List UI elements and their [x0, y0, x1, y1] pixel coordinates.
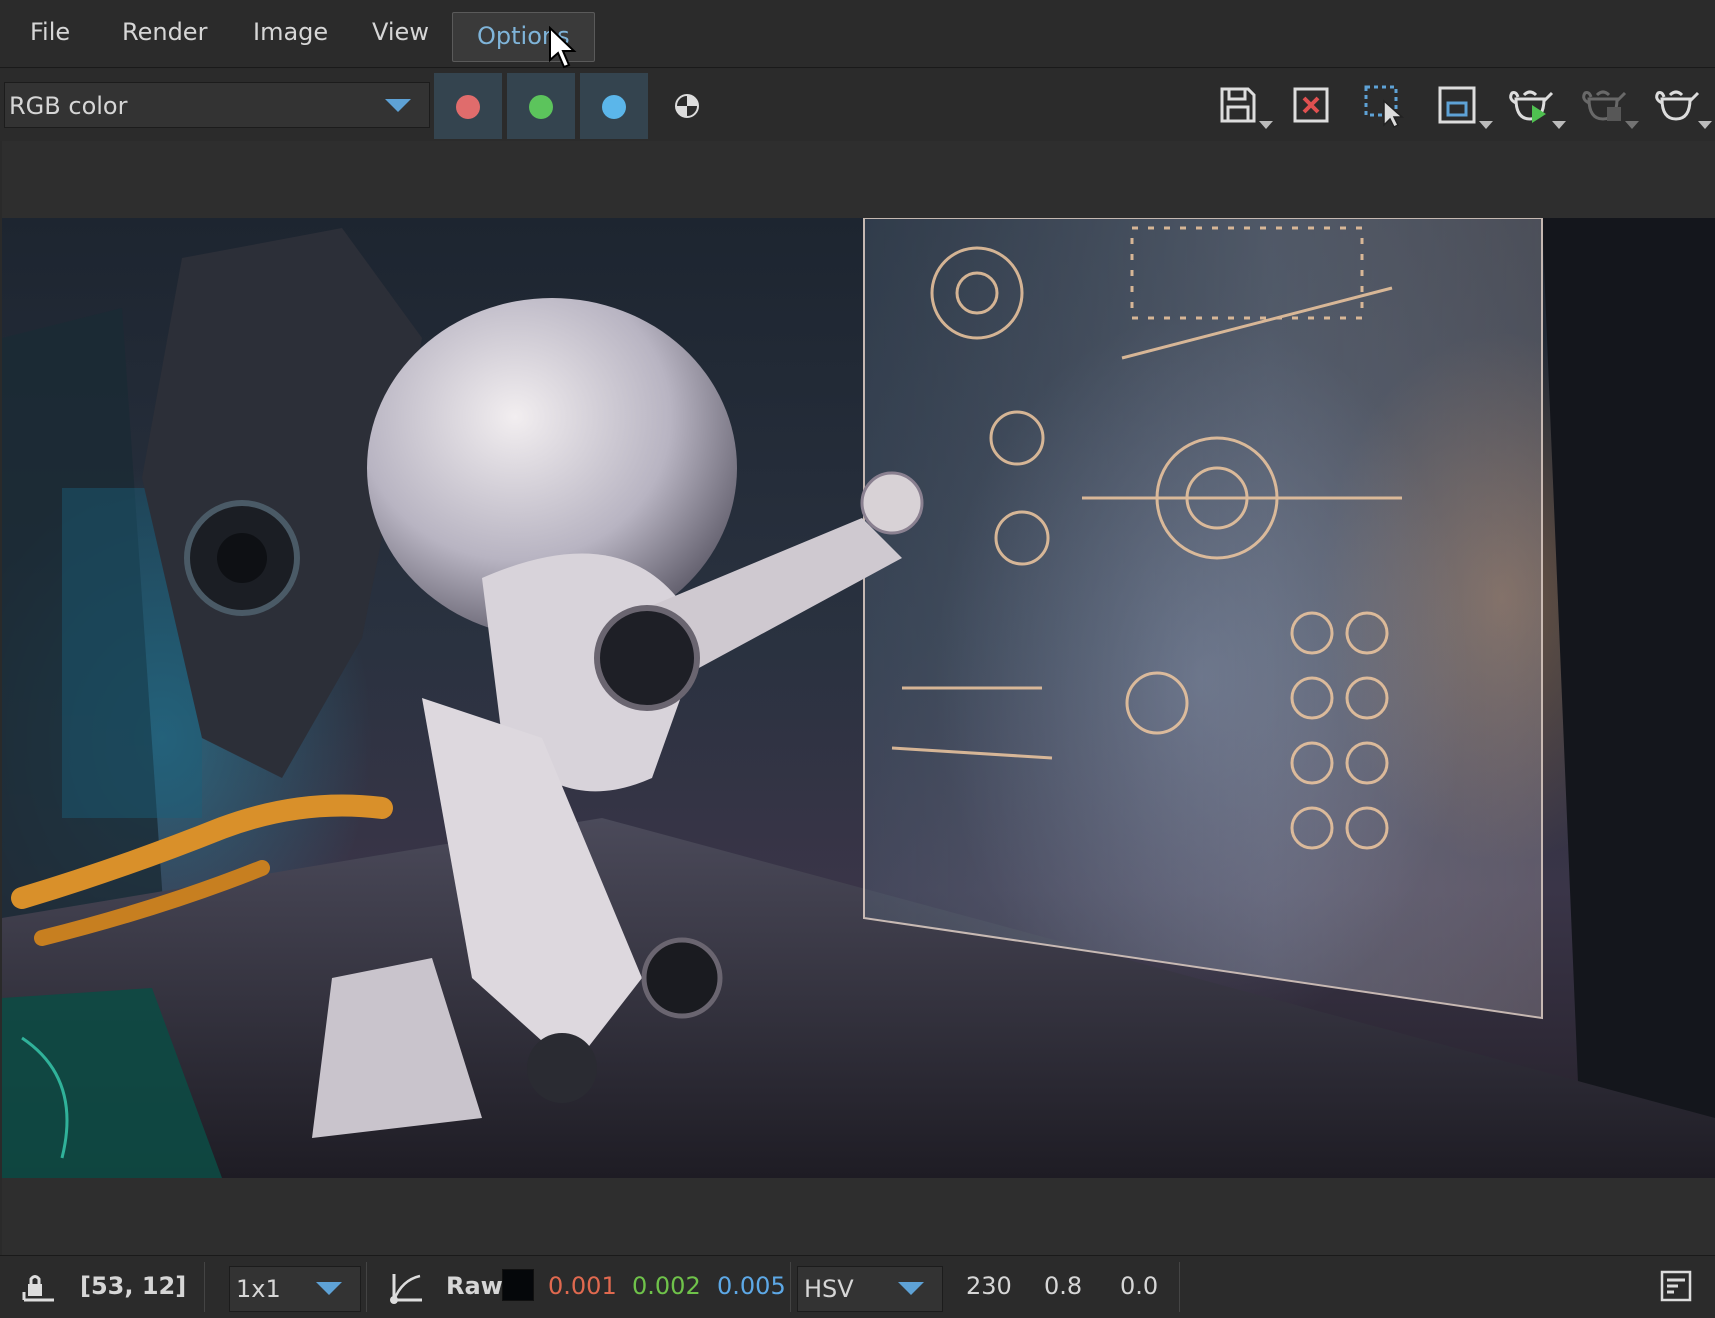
clear-image-icon — [1293, 87, 1329, 123]
green-channel-toggle[interactable] — [507, 73, 575, 139]
menu-image[interactable]: Image — [243, 12, 338, 64]
chevron-down-icon — [316, 1282, 342, 1295]
separator — [790, 1262, 791, 1312]
render-scene-illustration — [2, 218, 1715, 1178]
render-region-button[interactable] — [1433, 81, 1481, 129]
region-select-icon — [1364, 85, 1404, 129]
region-select-button[interactable] — [1360, 81, 1408, 129]
green-dot-icon — [529, 95, 553, 119]
region-dropdown-icon[interactable] — [1479, 121, 1493, 129]
teapot-dropdown-icon[interactable] — [1698, 121, 1712, 129]
save-icon — [1220, 87, 1256, 123]
pixel-coordinates: [53, 12] — [80, 1272, 187, 1300]
save-dropdown-icon[interactable] — [1259, 121, 1273, 129]
separator — [204, 1262, 205, 1312]
colorspace-value: HSV — [804, 1275, 854, 1303]
pixel-color-swatch — [502, 1269, 534, 1301]
display-channel-value: RGB color — [9, 92, 128, 120]
menu-render[interactable]: Render — [112, 12, 217, 64]
separator — [366, 1262, 367, 1312]
blue-value: 0.005 — [717, 1272, 786, 1300]
colorspace-dropdown[interactable]: HSV — [797, 1266, 943, 1312]
sample-size-dropdown[interactable]: 1x1 — [229, 1266, 361, 1312]
blue-dot-icon — [602, 95, 626, 119]
status-bar: [53, 12] 1x1 Raw 0.001 0.002 0.005 HSV 2… — [0, 1255, 1715, 1318]
menu-file[interactable]: File — [20, 12, 80, 64]
render-view-window: File Render Image View Options RGB color — [0, 0, 1715, 1318]
render-output-image[interactable] — [2, 218, 1715, 1178]
green-value: 0.002 — [632, 1272, 701, 1300]
toolbar: RGB color — [0, 69, 1715, 141]
saturation-value: 0.8 — [1044, 1272, 1083, 1300]
red-dot-icon — [456, 95, 480, 119]
stop-render-button[interactable] — [1579, 81, 1627, 129]
red-value: 0.001 — [548, 1272, 617, 1300]
chevron-down-icon — [898, 1282, 924, 1295]
sample-size-value: 1x1 — [236, 1275, 281, 1303]
value-value: 0.0 — [1120, 1272, 1159, 1300]
hue-value: 230 — [966, 1272, 1012, 1300]
display-channel-dropdown[interactable]: RGB color — [4, 82, 430, 128]
teapot-icon — [1655, 90, 1700, 121]
menu-bar: File Render Image View Options — [0, 0, 1715, 69]
render-dropdown-icon[interactable] — [1552, 121, 1566, 129]
alpha-channel-icon[interactable] — [675, 94, 699, 118]
red-channel-toggle[interactable] — [434, 73, 502, 139]
pixel-lock-icon[interactable] — [22, 1270, 56, 1304]
blue-channel-toggle[interactable] — [580, 73, 648, 139]
stop-dropdown-icon[interactable] — [1625, 121, 1639, 129]
crop-region-icon — [1438, 86, 1476, 124]
image-info-icon[interactable] — [1660, 1270, 1692, 1302]
clear-image-button[interactable] — [1287, 81, 1335, 129]
color-curve-icon[interactable] — [388, 1270, 424, 1306]
separator — [1179, 1262, 1180, 1312]
save-image-button[interactable] — [1214, 81, 1262, 129]
mouse-cursor-icon — [549, 26, 577, 69]
menu-view[interactable]: View — [362, 12, 439, 64]
start-render-button[interactable] — [1506, 81, 1554, 129]
stop-render-icon — [1582, 90, 1627, 121]
interactive-render-button[interactable] — [1652, 81, 1700, 129]
chevron-down-icon — [385, 99, 411, 112]
start-render-icon — [1509, 90, 1554, 123]
color-mode-label: Raw — [446, 1272, 503, 1300]
